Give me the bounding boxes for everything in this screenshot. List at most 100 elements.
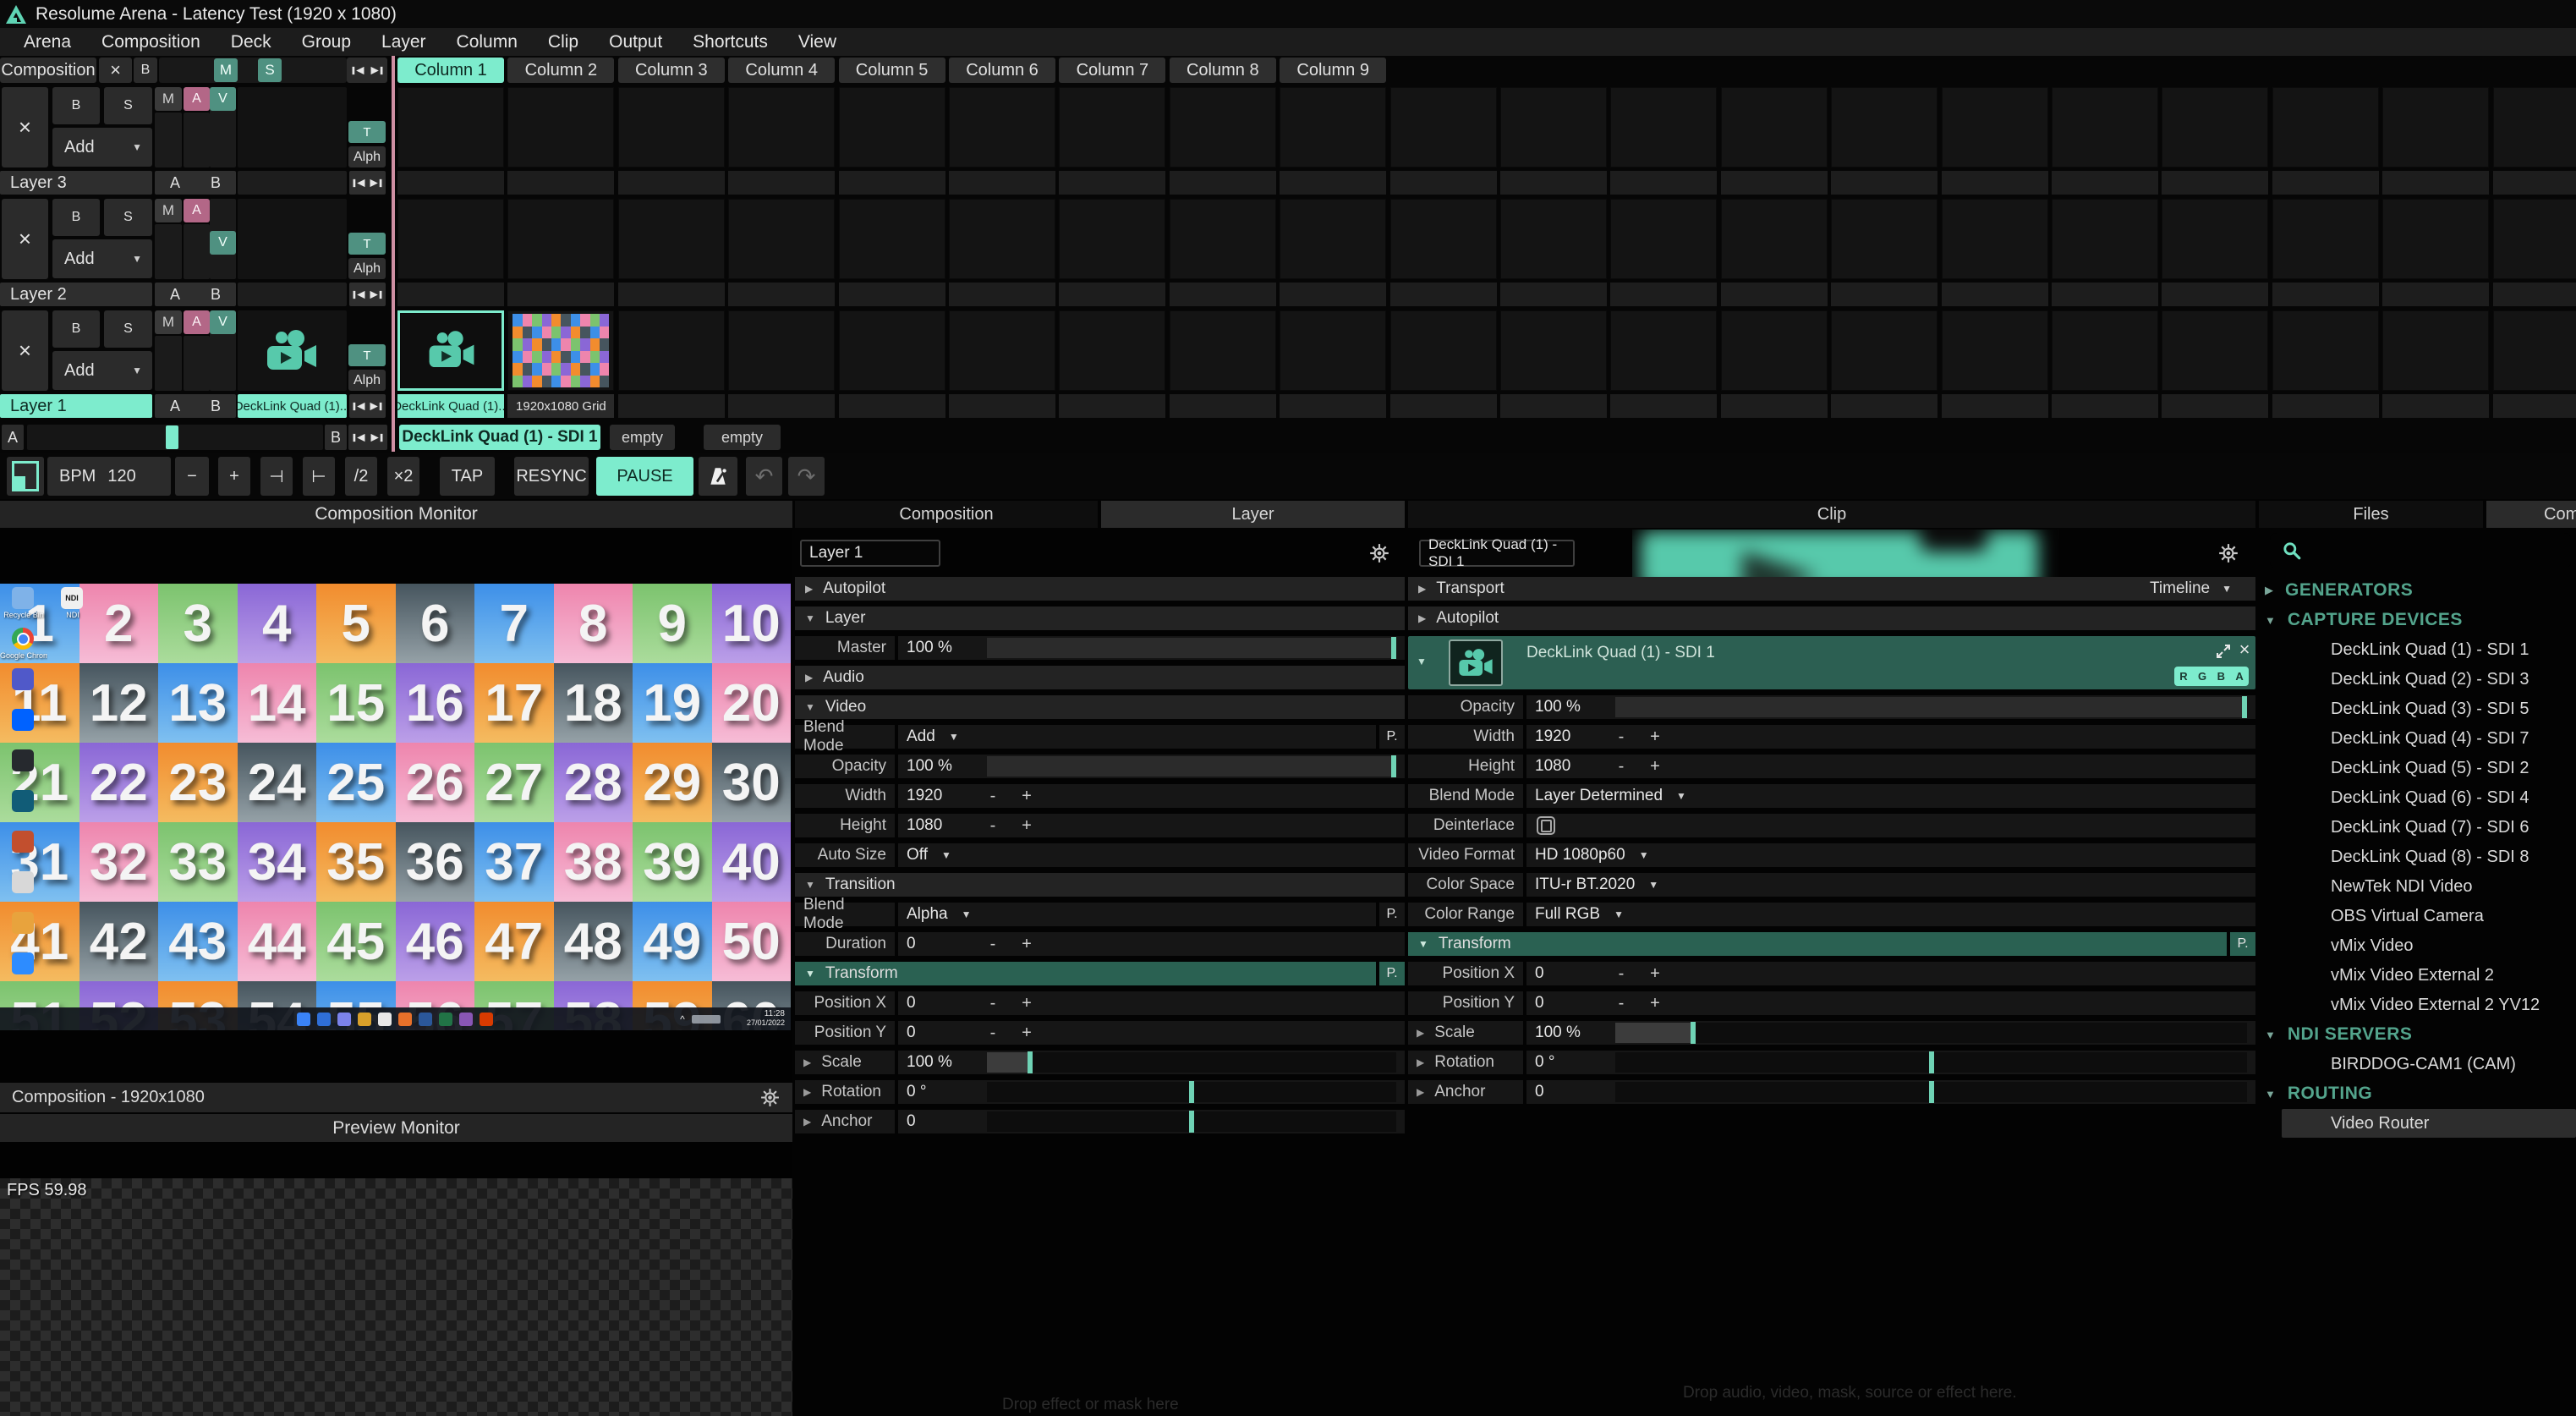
param-slider-track[interactable]: [1615, 1023, 2247, 1043]
tab-compositions[interactable]: Com: [2486, 501, 2576, 528]
crossfade-b-label[interactable]: B: [211, 286, 221, 304]
layer-name-label[interactable]: Layer 1: [0, 394, 152, 418]
crossfade-b-label[interactable]: B: [211, 174, 221, 192]
layer-crossfade-assign[interactable]: AB: [155, 171, 236, 195]
crossfade-a-label[interactable]: A: [170, 286, 180, 304]
clip-row-color-range[interactable]: Full RGB▼: [1526, 903, 2255, 926]
composition-section-transform[interactable]: ▼ Transform: [795, 962, 1376, 985]
taskbar-app-icon[interactable]: [439, 1013, 452, 1026]
tab-files[interactable]: Files: [2259, 501, 2483, 528]
clip-cell[interactable]: [1170, 199, 1276, 279]
files-search-input[interactable]: [2270, 533, 2571, 568]
param-increment-button[interactable]: +: [1645, 991, 1665, 1015]
clip-cell[interactable]: [728, 87, 835, 167]
clip-row-color-space[interactable]: ITU-r BT.2020▼: [1526, 873, 2255, 897]
column-header-3[interactable]: Column 3: [618, 58, 725, 83]
layer-video-fader[interactable]: V: [210, 310, 236, 334]
layer-blend-dropdown[interactable]: Add▼: [52, 239, 152, 278]
empty-clip-slot[interactable]: empty: [610, 425, 675, 450]
clip-cell[interactable]: [1500, 310, 1607, 391]
transport-button-tap[interactable]: TAP: [440, 457, 495, 496]
clip-section-transform[interactable]: ▼ Transform: [1408, 932, 2227, 956]
files-section-generators[interactable]: ▶ GENERATORS: [2259, 576, 2576, 605]
files-item[interactable]: DeckLink Quad (2) - SDI 3: [2282, 665, 2576, 694]
clip-cell[interactable]: [618, 310, 725, 391]
composition-row-anchor[interactable]: 0: [898, 1110, 1405, 1133]
param-slider-handle[interactable]: [1391, 755, 1396, 777]
close-icon[interactable]: ×: [2237, 639, 2252, 660]
clip-cell[interactable]: [2162, 310, 2268, 391]
layer-mute-button[interactable]: M: [155, 87, 182, 111]
column-header-8[interactable]: Column 8: [1170, 58, 1276, 83]
clip-cell[interactable]: [2272, 310, 2379, 391]
param-dropdown[interactable]: Off▼: [907, 843, 1396, 867]
clip-cell[interactable]: [1721, 87, 1828, 167]
clip-cell[interactable]: [1059, 87, 1165, 167]
active-clip-bar[interactable]: DeckLink Quad (1) - SDI 1: [399, 425, 600, 450]
layer-transition-button[interactable]: T: [348, 233, 386, 255]
bpm-field[interactable]: BPM120: [47, 457, 171, 496]
composition-row-blend-mode[interactable]: Add▼: [898, 725, 1376, 749]
param-dropdown[interactable]: Full RGB▼: [1535, 903, 2247, 926]
clip-cell[interactable]: [2272, 87, 2379, 167]
clip-cell[interactable]: [507, 199, 614, 279]
layer-close-button[interactable]: ×: [2, 87, 48, 167]
layer-bypass-button[interactable]: B: [52, 199, 100, 236]
clip-cell[interactable]: [397, 87, 504, 167]
layer-audio-track[interactable]: [184, 336, 210, 391]
clip-cell[interactable]: [1059, 310, 1165, 391]
clip-cell[interactable]: [1942, 199, 2048, 279]
composition-close-button[interactable]: ×: [99, 58, 132, 83]
transport-button-pause[interactable]: PAUSE: [596, 457, 693, 496]
menu-item-deck[interactable]: Deck: [222, 32, 293, 52]
layer-audio-track[interactable]: [184, 113, 210, 167]
transport-button-[interactable]: ⊣: [260, 457, 293, 496]
monitor-gear-icon[interactable]: [759, 1087, 781, 1108]
layer-close-button[interactable]: ×: [2, 310, 48, 391]
transport-mode-value[interactable]: Timeline: [2150, 579, 2210, 598]
param-decrement-button[interactable]: -: [983, 784, 1003, 808]
layer-bypass-button[interactable]: B: [52, 310, 100, 348]
param-slider-track[interactable]: [987, 638, 1396, 658]
param-slider-handle[interactable]: [1929, 1051, 1934, 1073]
transport-button-resync[interactable]: RESYNC: [514, 457, 589, 496]
composition-row-master[interactable]: 100 %: [898, 636, 1405, 660]
layer-mute-button[interactable]: M: [155, 310, 182, 334]
layer-crossfade-assign[interactable]: AB: [155, 394, 236, 418]
transport-button-2[interactable]: ×2: [387, 457, 419, 496]
files-item[interactable]: DeckLink Quad (5) - SDI 2: [2282, 754, 2576, 782]
clip-cell[interactable]: [1721, 310, 1828, 391]
composition-row-rotation[interactable]: 0 °: [898, 1080, 1405, 1104]
param-increment-button[interactable]: +: [1645, 755, 1665, 778]
composition-section-video[interactable]: ▼ Video: [795, 695, 1405, 719]
clip-cell[interactable]: [1610, 87, 1717, 167]
column-header-7[interactable]: Column 7: [1059, 58, 1165, 83]
clip-cell[interactable]: [1942, 310, 2048, 391]
crossfader-handle[interactable]: [166, 425, 178, 449]
files-section-capture-devices[interactable]: ▼ CAPTURE DEVICES: [2259, 606, 2576, 634]
param-dropdown[interactable]: Alpha▼: [907, 903, 1367, 926]
param-slider-track[interactable]: [987, 1111, 1396, 1132]
clip-cell[interactable]: [618, 199, 725, 279]
crossfader-a-label[interactable]: A: [2, 425, 24, 450]
menu-item-view[interactable]: View: [790, 32, 858, 52]
layer-close-button[interactable]: ×: [2, 199, 48, 279]
files-item[interactable]: vMix Video External 2: [2282, 961, 2576, 990]
clip-cell[interactable]: [1390, 199, 1497, 279]
param-slider-track[interactable]: [1615, 697, 2247, 717]
column-header-6[interactable]: Column 6: [949, 58, 1055, 83]
metronome-button[interactable]: [699, 457, 737, 496]
layer-alpha-button[interactable]: Alph: [348, 258, 386, 279]
taskbar-app-icon[interactable]: [459, 1013, 473, 1026]
clip-cell[interactable]: [397, 310, 504, 391]
layer-audio-fader[interactable]: A: [184, 87, 210, 111]
clip-section-autopilot[interactable]: ▶ Autopilot: [1408, 606, 2255, 630]
param-slider-handle[interactable]: [1391, 637, 1396, 659]
clip-cell[interactable]: [1059, 199, 1165, 279]
layer-skip-buttons[interactable]: [349, 394, 386, 418]
taskbar-app-icon[interactable]: [297, 1013, 310, 1026]
composition-row-position-x[interactable]: 0-+: [898, 991, 1405, 1015]
clip-cell[interactable]: [1721, 199, 1828, 279]
files-item[interactable]: Video Router: [2282, 1109, 2576, 1138]
menu-item-composition[interactable]: Composition: [93, 32, 222, 52]
